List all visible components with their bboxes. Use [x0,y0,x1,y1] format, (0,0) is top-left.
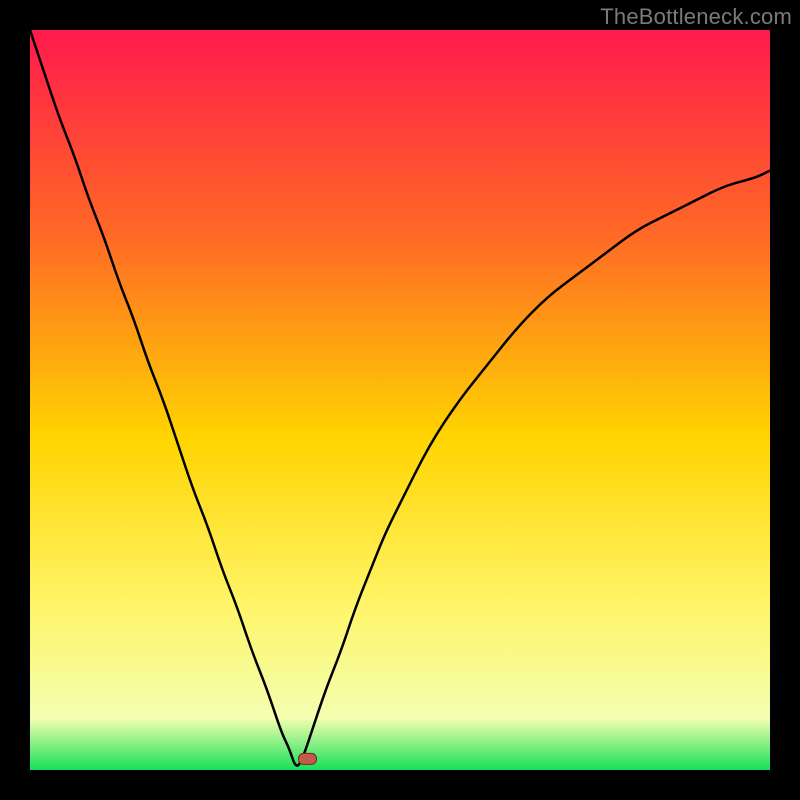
optimum-marker [299,753,317,764]
gradient-background [30,30,770,770]
bottleneck-chart [30,30,770,770]
watermark-text: TheBottleneck.com [600,4,792,30]
chart-frame [30,30,770,770]
